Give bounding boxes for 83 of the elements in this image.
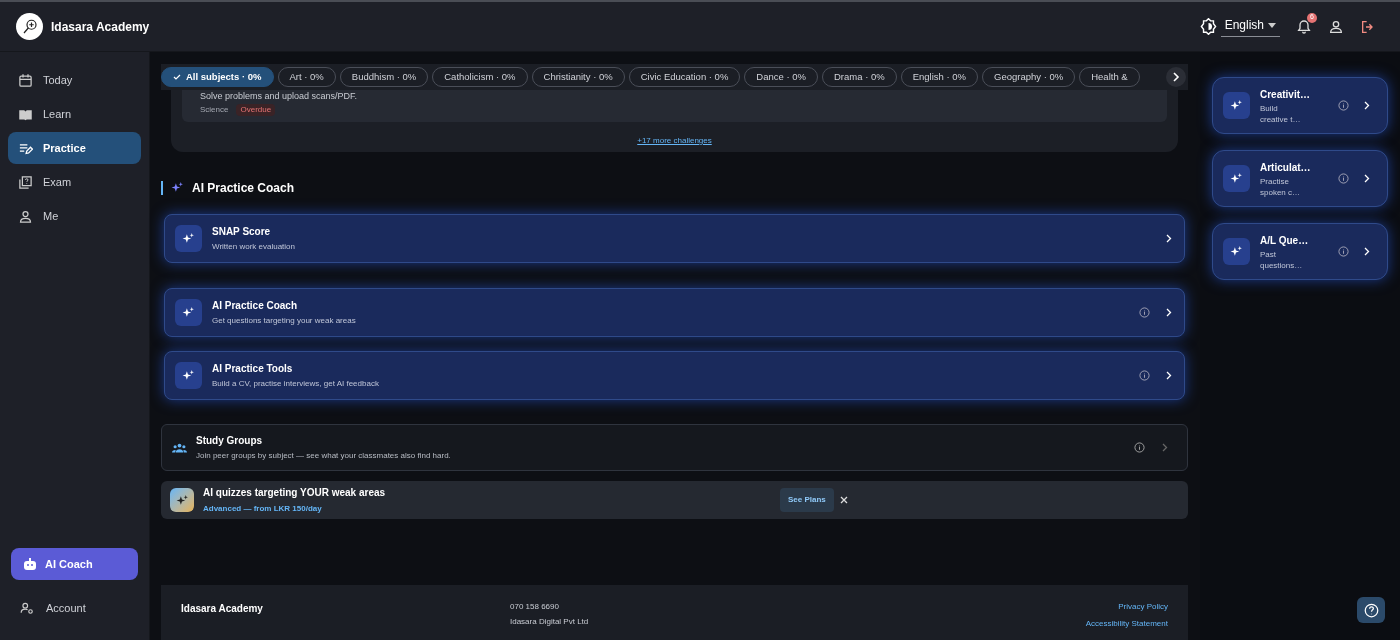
sparkle-icon: [170, 488, 194, 513]
user-settings-icon: [20, 601, 34, 615]
card-title: A/L Que…: [1260, 233, 1310, 248]
sparkle-icon: [1223, 165, 1250, 192]
study-groups-card[interactable]: Study Groups Join peer groups by subject — see what your classmates also find hard.: [161, 423, 1188, 472]
brand-name: Idasara Academy: [51, 18, 150, 36]
promo-title: AI quizzes targeting YOUR weak areas: [203, 486, 387, 501]
tool-card[interactable]: AI Practice Coach Get questions targeting your weak areas: [164, 287, 1185, 337]
chevron-icon: [1166, 233, 1172, 243]
chevron-icon: [1364, 101, 1370, 110]
sparkle-icon: [175, 298, 202, 326]
tool-card[interactable]: Creativit… Build creative t…: [1212, 77, 1388, 134]
chevron-icon: [1364, 174, 1370, 183]
promo-subtitle: Advanced — from LKR 150/day: [203, 503, 323, 516]
status-tag: Overdue: [236, 104, 276, 116]
help-icon: [1363, 602, 1379, 618]
info-icon[interactable]: [1338, 246, 1349, 257]
tool-card[interactable]: AI Practice Tools Build a CV, practise interviews, get AI feedback: [164, 350, 1185, 400]
chevron-icon: [1172, 72, 1180, 82]
sparkle-icon: [1223, 238, 1250, 265]
theme-icon[interactable]: [1199, 18, 1217, 35]
robot-icon: [23, 558, 37, 570]
chevron-icon: [1364, 247, 1370, 256]
chevron-icon: [1162, 443, 1168, 452]
card-title: Study Groups: [196, 434, 264, 448]
chevron-icon: [1166, 307, 1172, 317]
calendar-icon: [18, 72, 33, 88]
card-title: Creativit…: [1260, 87, 1311, 102]
card-title: SNAP Score: [212, 224, 272, 239]
help-button[interactable]: [1357, 597, 1385, 623]
section-title: AI Practice Coach: [192, 179, 295, 197]
quiz-icon: [18, 174, 33, 190]
ai-coach-button[interactable]: AI Coach: [11, 548, 138, 580]
language-select[interactable]: English: [1220, 16, 1280, 37]
tool-card[interactable]: SNAP Score Written work evaluation: [164, 213, 1185, 263]
sparkle-icon: [175, 361, 202, 389]
card-title: AI Practice Coach: [212, 298, 299, 313]
next-chevron-button[interactable]: [1166, 67, 1186, 87]
card-subtitle: Past questions…: [1260, 248, 1304, 271]
card-title: Articulat…: [1260, 160, 1312, 175]
subject-chip[interactable]: All subjects · 0%: [161, 67, 274, 87]
caret-icon: [1268, 22, 1276, 28]
person-icon: [18, 208, 33, 224]
footer-brand: Idasara Academy: [181, 602, 264, 617]
challenge-description: Solve problems and upload scans/PDF.: [200, 90, 359, 102]
accent-bar: [161, 180, 163, 195]
group-icon: [172, 441, 187, 454]
tool-card[interactable]: A/L Que… Past questions…: [1212, 223, 1388, 280]
info-icon[interactable]: [1338, 173, 1349, 184]
subject-label: Science: [200, 104, 229, 116]
company-name: Idasara Digital Pvt Ltd: [510, 616, 590, 629]
nav-item[interactable]: Me: [8, 200, 141, 232]
card-subtitle: Join peer groups by subject — see what your classmates also find hard.: [196, 450, 451, 462]
info-icon[interactable]: [1139, 369, 1150, 381]
info-icon[interactable]: [1134, 442, 1145, 453]
card-subtitle: Build creative t…: [1260, 102, 1302, 125]
card-subtitle: Written work evaluation: [212, 240, 296, 253]
see-plans-button[interactable]: See Plans: [780, 488, 834, 513]
card-subtitle: Build a CV, practise interviews, get AI feedback: [212, 377, 380, 390]
account-nav-item[interactable]: Account: [8, 592, 141, 624]
card-subtitle: Practise spoken c…: [1260, 175, 1302, 198]
more-challenges-link[interactable]: +17 more challenges: [637, 135, 712, 147]
logo-icon: [16, 13, 43, 40]
tool-card[interactable]: Articulat… Practise spoken c…: [1212, 150, 1388, 207]
nav-item[interactable]: Learn: [8, 98, 141, 130]
nav-item[interactable]: Today: [8, 64, 141, 96]
card-subtitle: Get questions targeting your weak areas: [212, 314, 357, 327]
chevron-icon: [1166, 370, 1172, 380]
check-icon: [173, 74, 181, 80]
sparkle-icon: [1223, 92, 1250, 119]
profile-icon[interactable]: [1328, 18, 1344, 35]
challenge-item[interactable]: Solve problems and upload scans/PDF. Science Overdue: [182, 90, 1167, 122]
info-icon[interactable]: [1139, 306, 1150, 318]
info-icon[interactable]: [1338, 100, 1349, 111]
phone-number: 070 158 6690: [510, 601, 560, 614]
close-icon[interactable]: [839, 496, 848, 505]
bell-icon[interactable]: [1296, 18, 1312, 35]
footer-link[interactable]: Privacy Policy: [1118, 601, 1168, 614]
nav-item[interactable]: Practice: [8, 132, 141, 164]
sparkle-icon: [175, 224, 202, 252]
nav-item[interactable]: Exam: [8, 166, 141, 198]
card-title: AI Practice Tools: [212, 361, 294, 376]
footer-link[interactable]: Accessibility Statement: [1085, 618, 1168, 631]
